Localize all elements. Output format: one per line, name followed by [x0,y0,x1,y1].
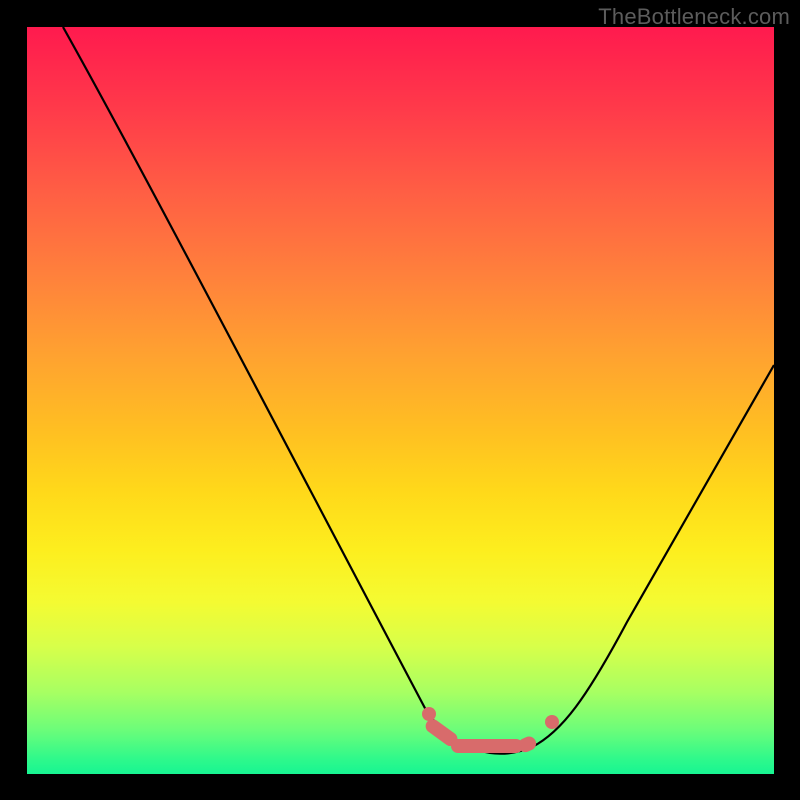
optimal-marker-right-dot [545,715,559,729]
plot-area [27,27,774,774]
bottleneck-curve [27,27,774,774]
chart-container: TheBottleneck.com [0,0,800,800]
watermark-text: TheBottleneck.com [598,4,790,30]
optimal-marker-flat [451,739,523,753]
